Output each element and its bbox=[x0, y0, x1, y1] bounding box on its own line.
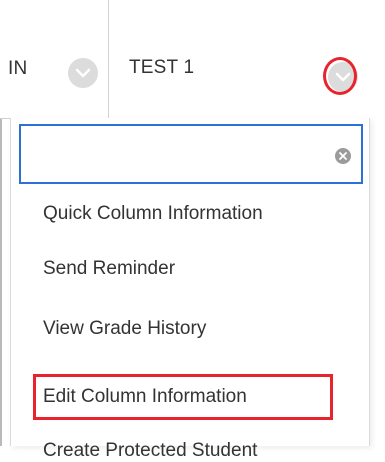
column-header-test-1[interactable]: TEST 1 bbox=[109, 0, 368, 118]
column-options-menu: Quick Column Information Send Reminder V… bbox=[10, 118, 370, 461]
column-header-row: IN TEST 1 bbox=[0, 0, 368, 119]
column-header-prev-label: IN bbox=[8, 58, 28, 79]
highlight-box bbox=[33, 374, 333, 420]
column-header-test-1-label: TEST 1 bbox=[129, 57, 195, 78]
menu-item-send-reminder[interactable]: Send Reminder bbox=[43, 258, 175, 280]
menu-item-create-protected-student[interactable]: Create Protected Student bbox=[43, 440, 257, 462]
menu-item-quick-column-information[interactable]: Quick Column Information bbox=[43, 203, 263, 225]
clear-icon[interactable] bbox=[335, 148, 351, 164]
menu-filter-box bbox=[19, 124, 363, 184]
menu-filter-input[interactable] bbox=[27, 140, 321, 172]
highlight-circle bbox=[323, 57, 357, 95]
column-header-prev[interactable]: IN bbox=[0, 0, 109, 118]
menu-item-view-grade-history[interactable]: View Grade History bbox=[43, 318, 206, 340]
chevron-down-icon[interactable] bbox=[68, 58, 98, 88]
